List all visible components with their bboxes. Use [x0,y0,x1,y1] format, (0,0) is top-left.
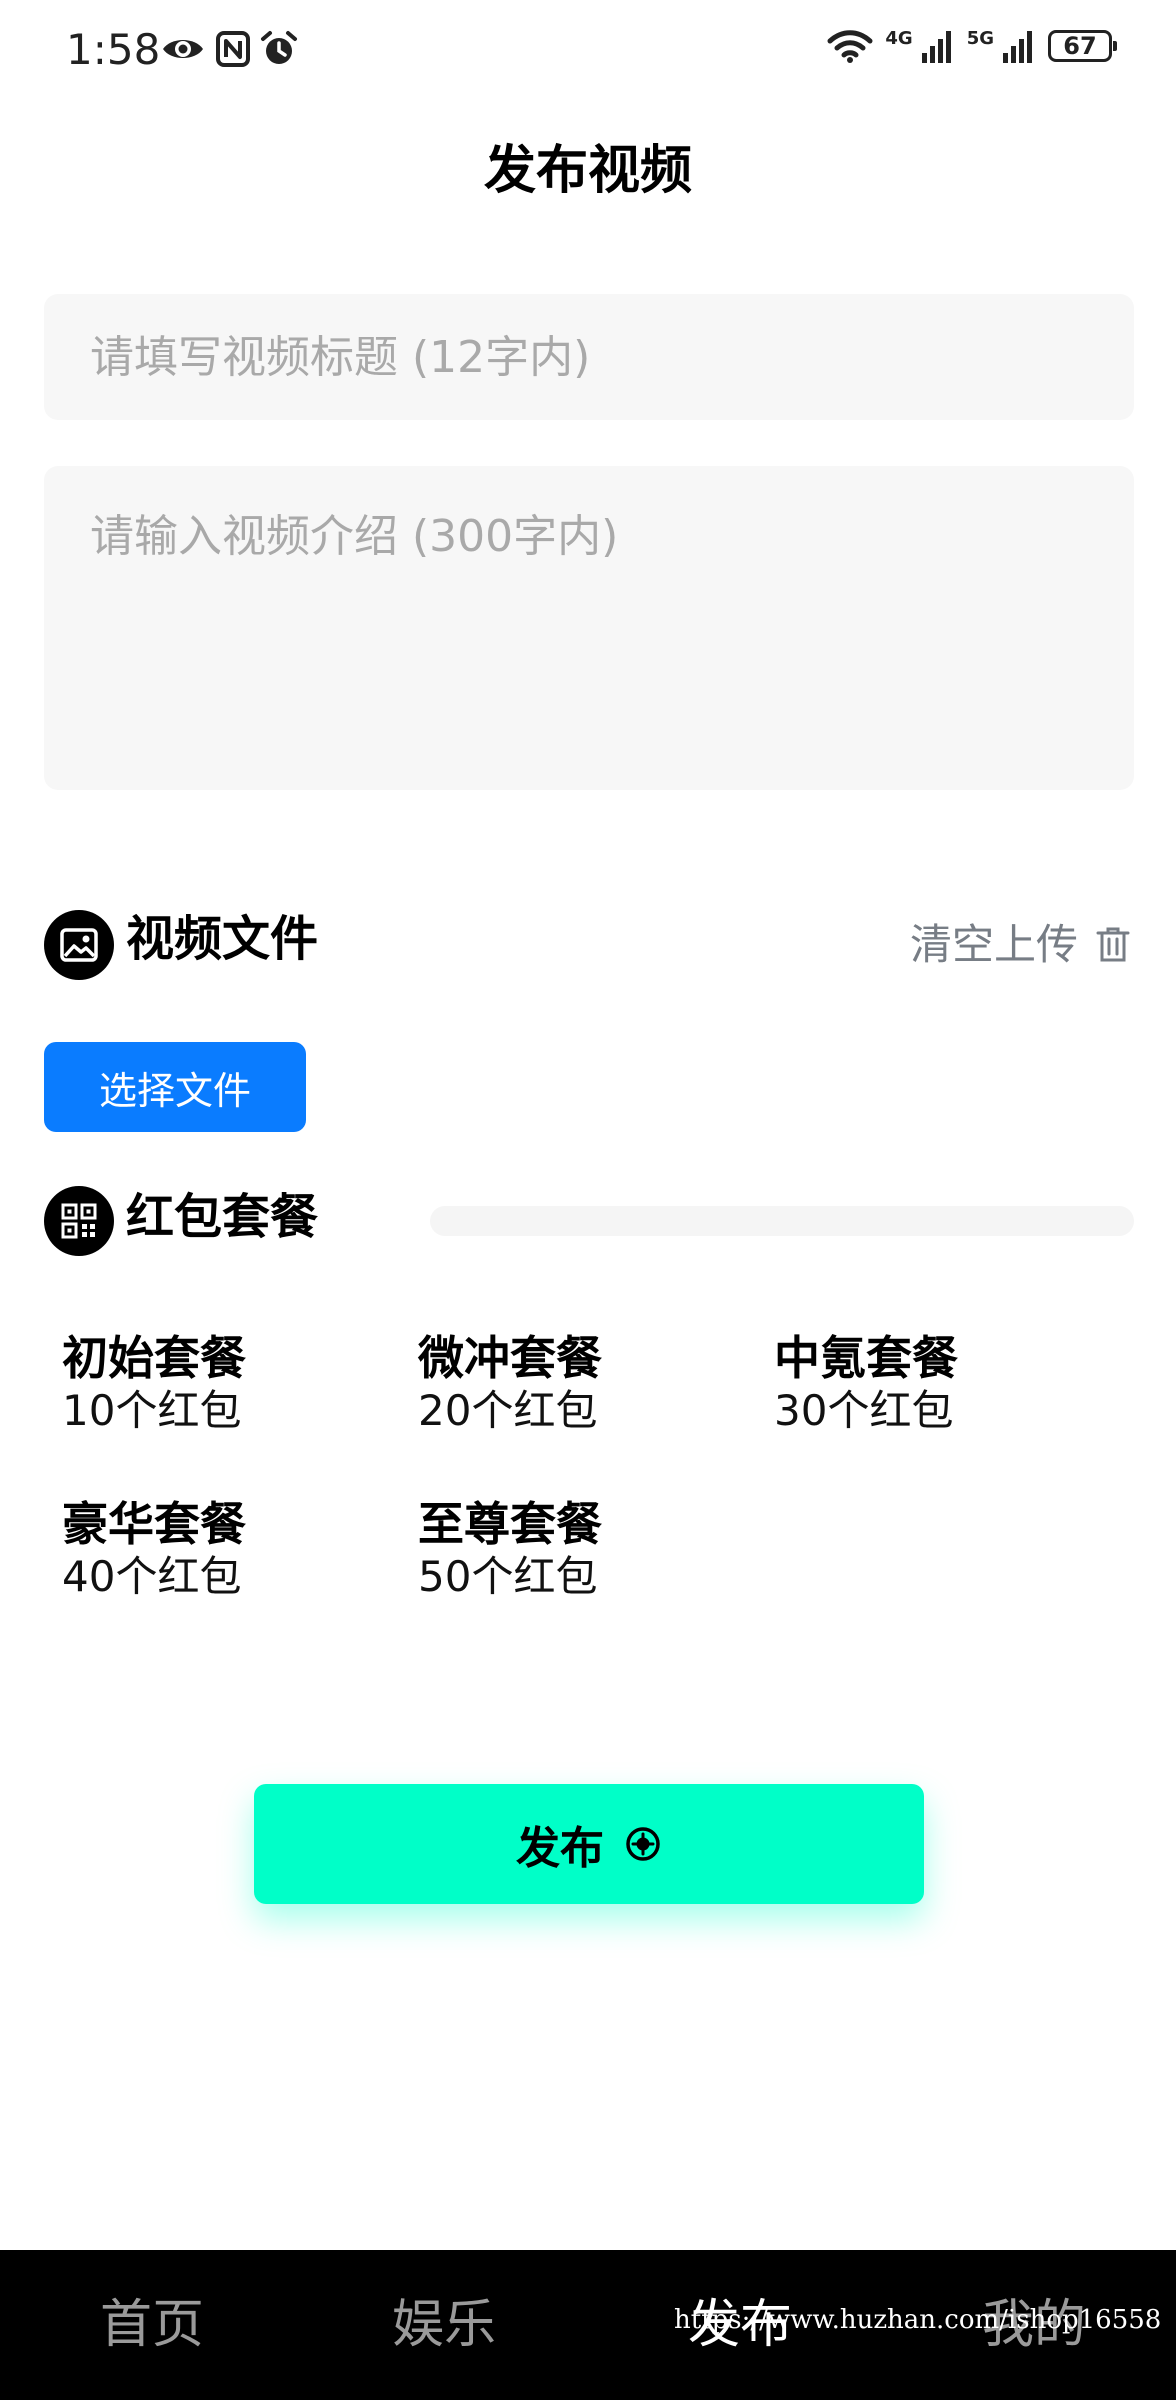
eye-icon [163,40,203,58]
publish-button[interactable]: 发布 [254,1784,924,1904]
package-name: 初始套餐 [62,1331,246,1385]
progress-track [430,1206,1134,1236]
package-item[interactable]: 中氪套餐 30个红包 [774,1330,958,1436]
video-title-input[interactable] [44,294,1134,420]
publish-button-label: 发布 [516,1823,604,1874]
battery-indicator: 67 [1048,30,1117,62]
video-description-input[interactable] [44,466,1134,790]
signal-icon-2 [1003,31,1032,63]
choose-file-button[interactable]: 选择文件 [44,1042,306,1132]
qrcode-icon [44,1186,114,1256]
signal-icon-1 [921,31,951,63]
battery-level: 67 [1063,32,1097,60]
nav-item-entertainment[interactable]: 娱乐 [392,2290,496,2360]
network-type-2: 5G [966,28,994,49]
package-name: 至尊套餐 [418,1497,602,1551]
clear-upload-label: 清空上传 [909,920,1078,969]
package-count: 50个红包 [418,1552,598,1601]
package-count: 40个红包 [62,1552,242,1601]
watermark: https://www.huzhan.com/ishop16558 [674,2305,1162,2335]
image-icon [44,910,114,980]
package-item[interactable]: 微冲套餐 20个红包 [418,1330,602,1436]
clear-upload-button[interactable]: 清空上传 [910,910,1130,980]
bottom-nav: 首页 娱乐 发布 我的 https://www.huzhan.com/ishop… [0,2250,1176,2400]
package-item[interactable]: 至尊套餐 50个红包 [418,1496,602,1602]
nfc-icon [216,31,250,67]
video-file-section-title: 视频文件 [126,911,319,967]
wifi-icon [827,30,873,63]
status-right-icons: 4G 5G 67 [827,28,1117,64]
send-icon [626,1827,660,1861]
network-type-1: 4G [885,28,913,49]
package-name: 微冲套餐 [418,1331,602,1385]
trash-icon [1096,927,1130,962]
status-time: 1:58 [66,25,161,74]
page-title: 发布视频 [483,141,692,201]
package-name: 中氪套餐 [774,1331,958,1385]
nav-item-home[interactable]: 首页 [100,2290,204,2360]
alarm-icon [261,31,297,64]
package-item[interactable]: 豪华套餐 40个红包 [62,1496,246,1602]
package-name: 豪华套餐 [62,1497,246,1551]
status-left-icons [160,30,298,68]
package-count: 10个红包 [62,1386,242,1435]
package-item[interactable]: 初始套餐 10个红包 [62,1330,246,1436]
package-count: 30个红包 [774,1386,954,1435]
package-count: 20个红包 [418,1386,598,1435]
red-packet-section-title: 红包套餐 [126,1189,319,1245]
